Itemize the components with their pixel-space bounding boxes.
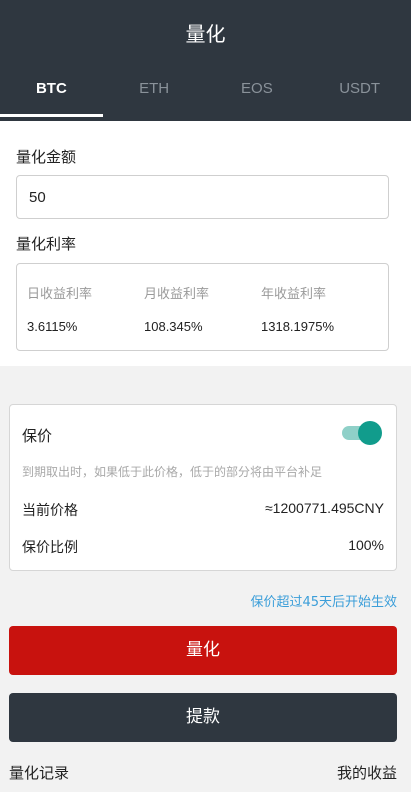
my-earnings-link[interactable]: 我的收益 <box>337 762 397 783</box>
yearly-rate-title: 年收益利率 <box>261 287 327 302</box>
yearly-rate-value: 1318.1975% <box>261 319 335 334</box>
amount-label: 量化金额 <box>16 148 77 166</box>
withdraw-button[interactable]: 提款 <box>9 693 397 742</box>
rate-label: 量化利率 <box>16 235 77 253</box>
page-title: 量化 <box>185 22 226 46</box>
tab-btc[interactable]: BTC <box>0 72 103 121</box>
rate-table: 日收益利率 3.6115% 月收益利率 108.345% 年收益利率 1318.… <box>16 263 389 351</box>
daily-rate-value: 3.6115% <box>27 319 78 334</box>
amount-input[interactable] <box>16 175 389 219</box>
protection-ratio-label: 保价比例 <box>22 540 78 556</box>
protection-toggle[interactable] <box>342 421 382 445</box>
tab-eos[interactable]: EOS <box>206 72 309 121</box>
protection-hint: 到期取出时，如果低于此价格，低于的部分将由平台补足 <box>22 465 323 479</box>
monthly-rate-title: 月收益利率 <box>144 287 210 302</box>
protection-notice: 保价超过45天后开始生效 <box>250 595 397 610</box>
price-protection-card: 保价 到期取出时，如果低于此价格，低于的部分将由平台补足 当前价格 ≈12007… <box>9 404 397 571</box>
records-label: 量化记录 <box>9 764 70 782</box>
tab-usdt[interactable]: USDT <box>308 72 411 121</box>
current-price-label: 当前价格 <box>22 503 78 519</box>
currency-tabs: BTC ETH EOS USDT <box>0 72 411 121</box>
monthly-rate-value: 108.345% <box>144 319 203 334</box>
protection-label: 保价 <box>22 427 53 445</box>
amount-section: 量化金额 量化利率 日收益利率 3.6115% 月收益利率 108.345% 年… <box>0 121 411 366</box>
app-header: 量化 BTC ETH EOS USDT <box>0 0 411 121</box>
tab-eth[interactable]: ETH <box>103 72 206 121</box>
current-price-value: ≈1200771.495CNY <box>265 500 384 516</box>
quantify-button[interactable]: 量化 <box>9 626 397 675</box>
protection-ratio-value: 100% <box>348 537 384 553</box>
daily-rate-title: 日收益利率 <box>27 287 93 302</box>
toggle-knob <box>358 421 382 445</box>
